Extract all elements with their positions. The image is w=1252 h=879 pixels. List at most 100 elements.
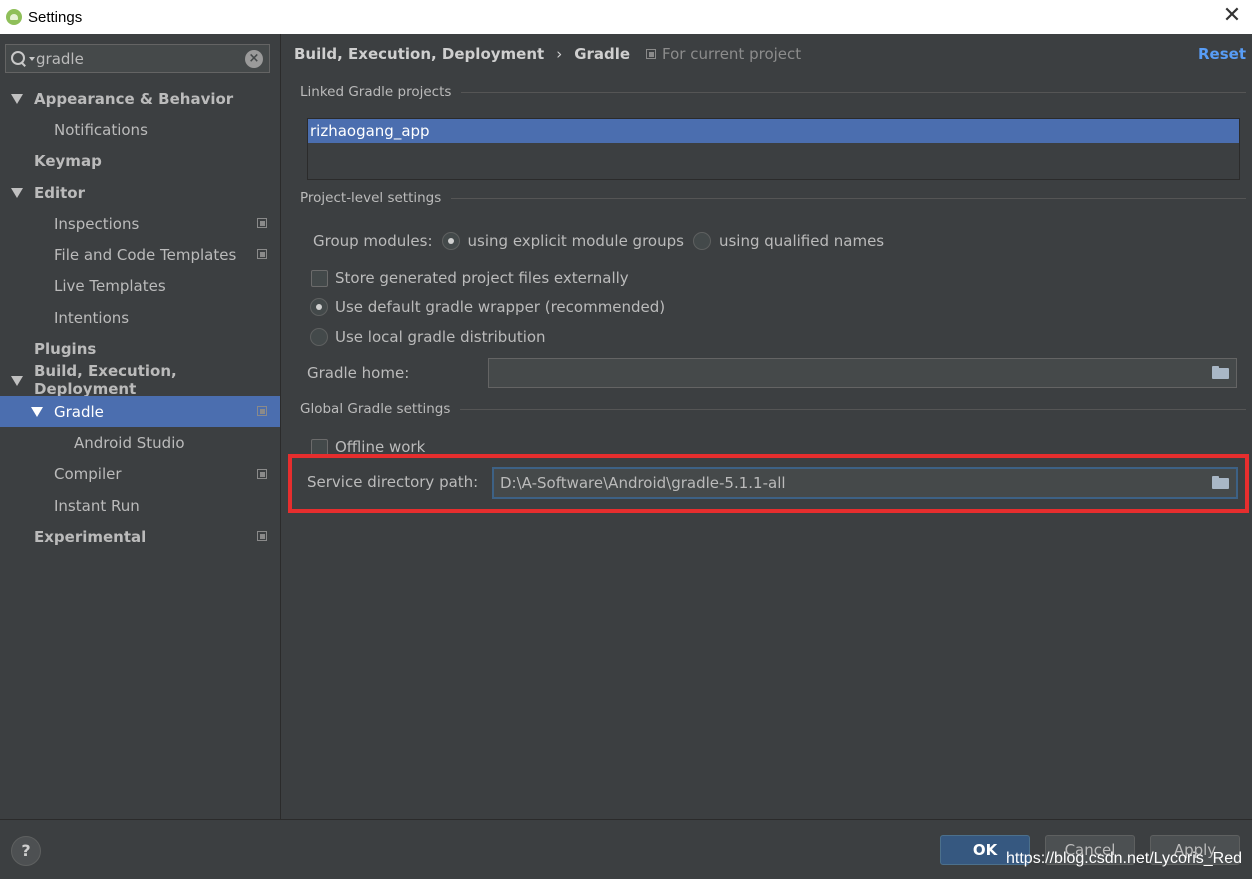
section-title: Linked Gradle projects (300, 84, 452, 100)
project-scope-icon (257, 218, 267, 229)
window-title-bar: Settings ✕ (0, 0, 1252, 34)
offline-work-row[interactable]: Offline work (311, 438, 425, 456)
sidebar-item-label: Live Templates (54, 277, 166, 296)
expand-arrow-icon[interactable] (11, 375, 23, 386)
store-external-row[interactable]: Store generated project files externally (311, 269, 629, 287)
expand-arrow-icon[interactable] (11, 187, 23, 198)
sidebar-item-label: Android Studio (74, 433, 185, 452)
expand-arrow-icon[interactable] (31, 406, 43, 417)
sidebar-item-keymap[interactable]: Keymap (0, 146, 280, 177)
service-dir-field[interactable] (492, 467, 1238, 499)
dialog-footer: ? OK Cancel Apply https://blog.csdn.net/… (0, 819, 1252, 879)
sidebar-item-inspections[interactable]: Inspections (0, 208, 280, 239)
sidebar-item-compiler[interactable]: Compiler (0, 459, 280, 490)
global-settings-section: Global Gradle settings (300, 399, 1246, 419)
service-dir-label-row: Service directory path: (307, 473, 478, 491)
linked-projects-section: Linked Gradle projects (300, 82, 1246, 102)
service-dir-input[interactable] (494, 469, 1236, 497)
list-item[interactable]: rizhaogang_app (308, 119, 1239, 143)
store-external-label[interactable]: Store generated project files externally (335, 269, 629, 287)
scope-indicator: For current project (646, 45, 801, 63)
sidebar-item-intentions[interactable]: Intentions (0, 302, 280, 333)
sidebar-item-label: Intentions (54, 308, 130, 327)
sidebar-item-label: Instant Run (54, 496, 140, 515)
breadcrumb: Build, Execution, Deployment › Gradle (294, 45, 630, 63)
service-dir-label: Service directory path: (307, 473, 479, 491)
breadcrumb-separator: › (556, 45, 563, 63)
scope-label: For current project (662, 45, 802, 63)
explicit-groups-label[interactable]: using explicit module groups (468, 232, 684, 250)
folder-icon[interactable] (1212, 476, 1229, 489)
clear-search-icon[interactable]: × (245, 49, 263, 68)
project-scope-icon (257, 531, 267, 542)
sidebar-item-plugins[interactable]: Plugins (0, 333, 280, 364)
sidebar-item-label: Keymap (34, 152, 102, 171)
section-divider (461, 91, 1246, 93)
sidebar-item-appearance-behavior[interactable]: Appearance & Behavior (0, 83, 280, 114)
expand-arrow-icon[interactable] (11, 94, 23, 104)
project-level-section: Project-level settings (300, 188, 1246, 208)
sidebar-item-label: Gradle (54, 402, 104, 421)
sidebar-item-experimental[interactable]: Experimental (0, 521, 280, 552)
sidebar-item-label: Inspections (54, 214, 140, 233)
linked-projects-list[interactable]: rizhaogang_app (307, 118, 1240, 180)
reset-link[interactable]: Reset (1198, 45, 1246, 63)
folder-icon[interactable] (1212, 366, 1229, 379)
sidebar-item-android-studio[interactable]: Android Studio (0, 427, 280, 458)
android-studio-icon (6, 9, 22, 25)
window-title: Settings (28, 8, 83, 26)
search-icon[interactable] (10, 49, 35, 69)
sidebar-item-label: Appearance & Behavior (34, 89, 234, 108)
offline-work-checkbox[interactable] (311, 438, 328, 456)
help-button[interactable]: ? (11, 836, 41, 866)
gradle-home-field[interactable] (488, 358, 1237, 388)
gradle-home-label: Gradle home: (307, 364, 410, 382)
local-distribution-radio[interactable] (310, 328, 328, 346)
search-input[interactable] (34, 45, 245, 72)
qualified-names-label[interactable]: using qualified names (719, 232, 884, 250)
sidebar-item-label: Notifications (54, 120, 148, 139)
group-modules-label: Group modules: (313, 232, 433, 250)
sidebar-item-live-templates[interactable]: Live Templates (0, 271, 280, 302)
section-title: Global Gradle settings (300, 401, 451, 417)
sidebar-item-build-execution-deployment[interactable]: Build, Execution, Deployment (0, 362, 280, 399)
offline-work-label[interactable]: Offline work (335, 438, 425, 456)
gradle-home-label-row: Gradle home: (307, 364, 409, 382)
project-scope-icon (257, 405, 267, 416)
close-icon[interactable]: ✕ (1220, 4, 1244, 28)
sidebar-item-label: Plugins (34, 340, 97, 359)
explicit-groups-radio[interactable] (441, 232, 460, 250)
breadcrumb-current: Gradle (574, 45, 631, 63)
sidebar-item-notifications[interactable]: Notifications (0, 114, 280, 145)
sidebar-item-label: Editor (34, 183, 85, 202)
sidebar-item-gradle[interactable]: Gradle (0, 395, 280, 428)
store-external-checkbox[interactable] (311, 269, 328, 287)
section-divider (451, 197, 1246, 199)
project-scope-icon (257, 249, 267, 260)
sidebar-item-file-and-code-templates[interactable]: File and Code Templates (0, 239, 280, 270)
section-divider (460, 408, 1246, 410)
watermark-url: https://blog.csdn.net/Lycoris_Red (1006, 850, 1242, 867)
settings-tree: Appearance & Behavior Notifications Keymap… (0, 83, 280, 552)
project-scope-icon (257, 468, 267, 479)
sidebar-item-editor[interactable]: Editor (0, 177, 280, 208)
project-scope-icon (646, 49, 656, 59)
search-box: × (5, 44, 270, 73)
sidebar-item-label: Experimental (34, 527, 147, 546)
qualified-names-radio[interactable] (692, 232, 711, 250)
default-wrapper-label[interactable]: Use default gradle wrapper (recommended) (335, 298, 665, 316)
default-wrapper-radio[interactable] (310, 298, 328, 316)
local-distribution-row[interactable]: Use local gradle distribution (310, 328, 546, 346)
sidebar-item-label: Compiler (54, 465, 122, 484)
gradle-settings-panel: Build, Execution, Deployment › Gradle Fo… (282, 34, 1252, 819)
group-modules-row: Group modules: using explicit module gro… (313, 232, 884, 250)
sidebar-item-label: Build, Execution, Deployment (34, 362, 177, 399)
sidebar-item-label: File and Code Templates (54, 246, 237, 265)
breadcrumb-parent: Build, Execution, Deployment (294, 45, 545, 63)
local-distribution-label[interactable]: Use local gradle distribution (335, 328, 546, 346)
gradle-home-input[interactable] (489, 359, 1236, 387)
section-title: Project-level settings (300, 190, 442, 206)
settings-sidebar: × Appearance & Behavior Notifications Keym… (0, 34, 281, 819)
sidebar-item-instant-run[interactable]: Instant Run (0, 490, 280, 521)
default-wrapper-row[interactable]: Use default gradle wrapper (recommended) (310, 298, 665, 316)
